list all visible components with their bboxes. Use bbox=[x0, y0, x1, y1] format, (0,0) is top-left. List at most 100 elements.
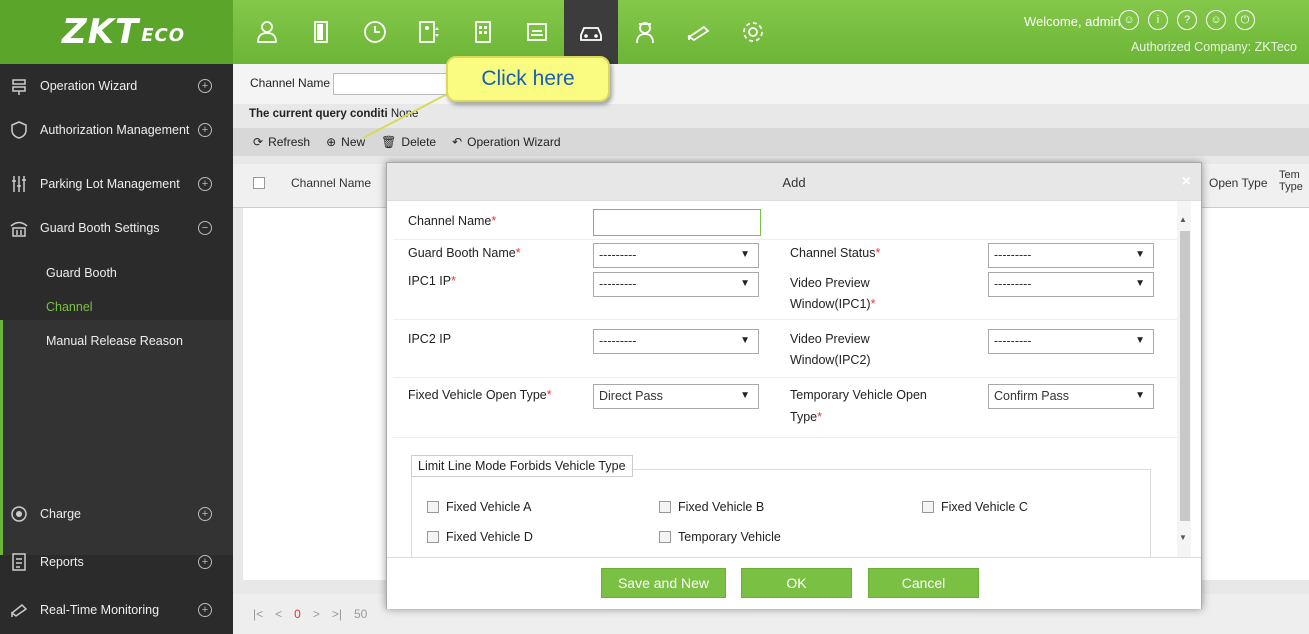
column-temporary-type[interactable]: Tem Type bbox=[1279, 169, 1309, 193]
channel-name-label-text: Channel Name bbox=[408, 214, 492, 228]
sidebar-item-label: Operation Wizard bbox=[40, 79, 138, 93]
checkbox-fixed-vehicle-d[interactable]: Fixed Vehicle D bbox=[427, 530, 533, 544]
operation-wizard-button[interactable]: ↶ Operation Wizard bbox=[452, 135, 560, 149]
vehicle-card-icon[interactable] bbox=[510, 0, 564, 64]
dialog-scrollbar[interactable]: ▲ ▼ bbox=[1177, 201, 1191, 557]
temporary-open-type-select[interactable]: Confirm Pass bbox=[988, 384, 1154, 409]
sidebar-item-label: Guard Booth Settings bbox=[40, 221, 160, 235]
checkbox-temporary-vehicle[interactable]: Temporary Vehicle bbox=[659, 530, 781, 544]
door-icon[interactable] bbox=[294, 0, 348, 64]
channel-name-field-label: Channel Name* bbox=[408, 211, 496, 232]
checkbox-fixed-vehicle-c[interactable]: Fixed Vehicle C bbox=[922, 500, 1028, 514]
expand-icon[interactable]: + bbox=[198, 79, 212, 93]
camera-icon[interactable] bbox=[672, 0, 726, 64]
first-page-button[interactable]: |< bbox=[253, 607, 263, 621]
vp1-label-text: Window(IPC1) bbox=[790, 297, 871, 311]
sidebar: Operation Wizard + Authorization Managem… bbox=[0, 64, 233, 634]
account-icon[interactable]: ☺ bbox=[1206, 10, 1226, 30]
sidebar-item-label: Real-Time Monitoring bbox=[40, 603, 160, 617]
checkbox-fixed-vehicle-b[interactable]: Fixed Vehicle B bbox=[659, 500, 764, 514]
expand-icon[interactable]: + bbox=[198, 555, 212, 569]
car-icon[interactable] bbox=[564, 0, 618, 64]
zkteco-logo: ZKT ECO bbox=[0, 0, 233, 64]
fixed-open-label-text: Fixed Vehicle Open Type bbox=[408, 388, 547, 402]
video-preview-ipc1-select[interactable]: --------- bbox=[988, 272, 1154, 297]
expand-icon[interactable]: + bbox=[198, 123, 212, 137]
sidebar-subitem-guard-booth[interactable]: Guard Booth bbox=[46, 266, 117, 280]
expand-icon[interactable]: + bbox=[198, 603, 212, 617]
video-preview-ipc2-label-line2: Window(IPC2) bbox=[790, 353, 871, 367]
checkbox-box[interactable] bbox=[659, 531, 671, 543]
video-preview-ipc2-select[interactable]: --------- bbox=[988, 329, 1154, 354]
sidebar-item-charge[interactable]: Charge + bbox=[0, 492, 233, 536]
dialog-footer: Save and New OK Cancel bbox=[387, 557, 1201, 609]
prev-page-button[interactable]: < bbox=[275, 607, 282, 621]
click-here-callout: Click here bbox=[446, 56, 610, 102]
dialog-body: Channel Name* Guard Booth Name* --------… bbox=[393, 201, 1177, 557]
expand-icon[interactable]: + bbox=[198, 507, 212, 521]
column-channel-name[interactable]: Channel Name bbox=[291, 176, 371, 190]
sidebar-subitem-channel[interactable]: Channel bbox=[46, 300, 93, 314]
authorized-company: Authorized Company: ZKTeco bbox=[1130, 40, 1297, 54]
callout-pointer bbox=[362, 90, 454, 139]
scroll-down-icon[interactable]: ▼ bbox=[1179, 533, 1187, 542]
sidebar-item-authorization-management[interactable]: Authorization Management + bbox=[0, 108, 233, 152]
checkbox-box[interactable] bbox=[427, 501, 439, 513]
shield-icon bbox=[11, 121, 27, 139]
dialog-title: Add bbox=[782, 175, 806, 190]
checkbox-label: Fixed Vehicle B bbox=[678, 500, 765, 514]
checkbox-fixed-vehicle-a[interactable]: Fixed Vehicle A bbox=[427, 500, 531, 514]
sidebar-item-reports[interactable]: Reports + bbox=[0, 540, 233, 584]
elevator-icon[interactable] bbox=[402, 0, 456, 64]
channel-status-field-label: Channel Status* bbox=[790, 243, 880, 264]
scrollbar-thumb[interactable] bbox=[1180, 231, 1190, 521]
checkbox-box[interactable] bbox=[427, 531, 439, 543]
sidebar-item-guard-booth-settings[interactable]: Guard Booth Settings − bbox=[0, 206, 233, 250]
sidebar-item-operation-wizard[interactable]: Operation Wizard + bbox=[0, 64, 233, 108]
gear-icon[interactable] bbox=[726, 0, 780, 64]
last-page-button[interactable]: >| bbox=[332, 607, 342, 621]
ipc2-ip-field-label: IPC2 IP bbox=[408, 332, 452, 346]
page-size[interactable]: 50 bbox=[354, 607, 367, 621]
expand-icon[interactable]: + bbox=[198, 177, 212, 191]
top-bar: ZKT ECO Welcome, admin ☺ i ? ☺ ⏻ Authoriz… bbox=[0, 0, 1309, 64]
person-icon[interactable] bbox=[240, 0, 294, 64]
cancel-button[interactable]: Cancel bbox=[868, 568, 979, 598]
checkbox-box[interactable] bbox=[659, 501, 671, 513]
user-profile-icon[interactable]: ☺ bbox=[1119, 10, 1139, 30]
channel-status-select[interactable]: --------- bbox=[988, 243, 1154, 268]
column-open-type[interactable]: Open Type bbox=[1209, 176, 1268, 190]
clock-icon[interactable] bbox=[348, 0, 402, 64]
checkbox-box[interactable] bbox=[922, 501, 934, 513]
sidebar-subitem-manual-release-reason[interactable]: Manual Release Reason bbox=[46, 334, 183, 348]
help-icon[interactable]: ? bbox=[1177, 10, 1197, 30]
required-marker: * bbox=[870, 297, 876, 311]
sidebar-item-parking-lot-management[interactable]: Parking Lot Management + bbox=[0, 162, 233, 206]
power-icon[interactable]: ⏻ bbox=[1235, 10, 1255, 30]
guard-booth-field-label: Guard Booth Name* bbox=[408, 243, 521, 264]
select-all-checkbox[interactable] bbox=[253, 177, 265, 189]
info-icon[interactable]: i bbox=[1148, 10, 1168, 30]
report-icon bbox=[12, 553, 26, 571]
ipc1-ip-select[interactable]: --------- bbox=[593, 272, 759, 297]
ok-button[interactable]: OK bbox=[741, 568, 852, 598]
fixed-open-type-select[interactable]: Direct Pass bbox=[593, 384, 759, 409]
save-and-new-button[interactable]: Save and New bbox=[601, 568, 726, 598]
close-icon[interactable]: × bbox=[1182, 173, 1191, 191]
collapse-icon[interactable]: − bbox=[198, 221, 212, 235]
building-icon[interactable] bbox=[456, 0, 510, 64]
row-divider bbox=[393, 377, 1177, 378]
guard-icon[interactable] bbox=[618, 0, 672, 64]
dialog-header: Add × bbox=[387, 163, 1201, 201]
booth-icon bbox=[10, 221, 28, 237]
guard-booth-select[interactable]: --------- bbox=[593, 243, 759, 268]
next-page-button[interactable]: > bbox=[313, 607, 320, 621]
sidebar-item-real-time-monitoring[interactable]: Real-Time Monitoring + bbox=[0, 588, 233, 632]
required-marker: * bbox=[875, 246, 881, 260]
sidebar-item-label: Reports bbox=[40, 555, 84, 569]
signpost-icon bbox=[12, 79, 26, 95]
refresh-button[interactable]: ⟳ Refresh bbox=[253, 135, 310, 149]
channel-name-input[interactable] bbox=[593, 209, 761, 236]
scroll-up-icon[interactable]: ▲ bbox=[1179, 215, 1187, 224]
ipc2-ip-select[interactable]: --------- bbox=[593, 329, 759, 354]
